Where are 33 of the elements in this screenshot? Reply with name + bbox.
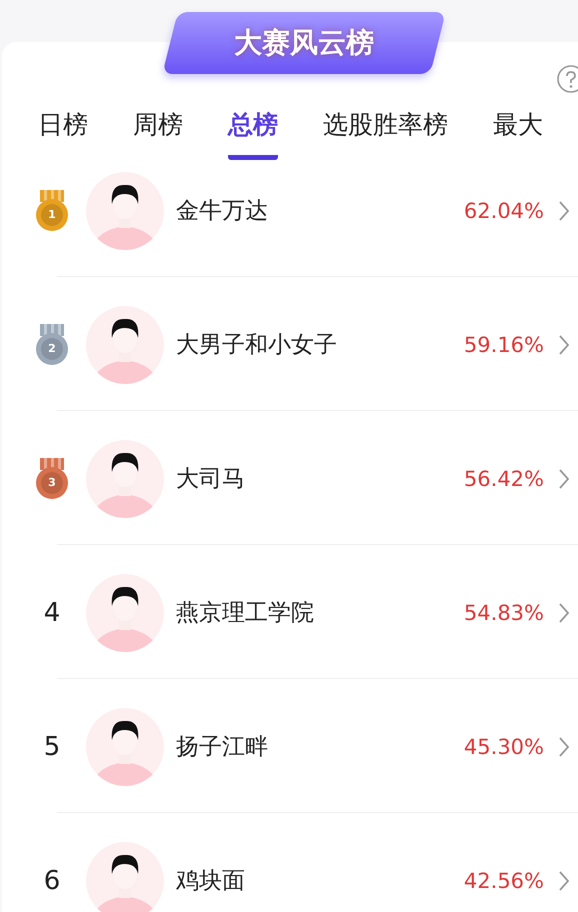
user-name: 大男子和小女子: [176, 331, 338, 360]
user-name: 燕京理工学院: [176, 599, 315, 628]
tab[interactable]: 总榜: [228, 108, 278, 160]
avatar-icon: [86, 574, 164, 652]
avatar-icon: [86, 306, 164, 384]
win-rate: 54.83%: [464, 601, 544, 625]
chevron-icon[interactable]: [558, 602, 570, 624]
win-rate: 62.04%: [464, 199, 544, 223]
avatar-icon: [86, 172, 164, 250]
avatar-icon: [86, 440, 164, 518]
user-name: 大司马: [176, 465, 246, 494]
rank-number: 6: [44, 866, 60, 896]
chevron-icon[interactable]: [558, 468, 570, 490]
user-name: 金牛万达: [176, 197, 269, 226]
tab[interactable]: 日榜: [38, 108, 88, 160]
chevron-icon[interactable]: [558, 334, 570, 356]
chevron-icon[interactable]: [558, 736, 570, 758]
help-icon[interactable]: [556, 64, 578, 94]
rank-number: 5: [44, 732, 60, 762]
win-rate: 42.56%: [464, 869, 544, 893]
user-name: 鸡块面: [176, 867, 246, 896]
win-rate: 45.30%: [464, 735, 544, 759]
tab[interactable]: 最大: [493, 108, 543, 160]
title-banner: 大赛风云榜: [162, 12, 446, 74]
win-rate: 56.42%: [464, 467, 544, 491]
tab[interactable]: 周榜: [133, 108, 183, 160]
user-name: 扬子江畔: [176, 733, 269, 762]
win-rate: 59.16%: [464, 333, 544, 357]
rank-number: 4: [44, 598, 60, 628]
chevron-icon[interactable]: [558, 200, 570, 222]
chevron-icon[interactable]: [558, 870, 570, 892]
avatar-icon: [86, 708, 164, 786]
tab[interactable]: 选股胜率榜: [323, 108, 448, 160]
